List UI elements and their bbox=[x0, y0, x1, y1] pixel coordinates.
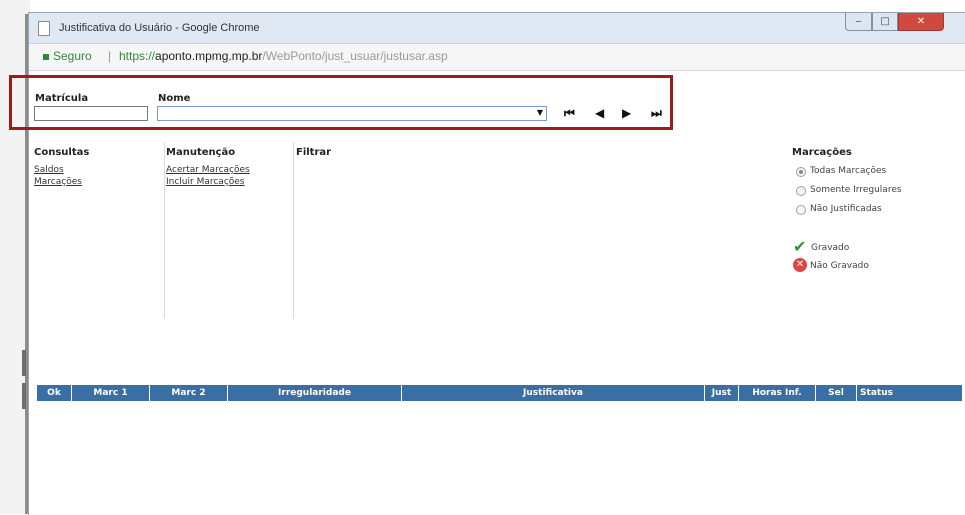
todas-marcacoes-label: Todas Marcações bbox=[810, 166, 887, 176]
window-title: Justificativa do Usuário - Google Chrome bbox=[59, 22, 260, 34]
incluir-marcacoes-link[interactable]: Incluir Marcações bbox=[166, 177, 245, 187]
filtrar-title: Filtrar bbox=[296, 147, 332, 158]
url-scheme: https:// bbox=[119, 49, 156, 63]
highlight-box bbox=[9, 75, 673, 130]
url-path: /WebPonto/just_usuar/justusar.asp bbox=[262, 49, 448, 63]
consultas-title: Consultas bbox=[34, 147, 90, 158]
secure-label: Seguro bbox=[53, 49, 92, 63]
column-header-status[interactable]: Status bbox=[856, 385, 896, 401]
address-bar[interactable]: Seguro | https://aponto.mpmg.mp.br/WebPo… bbox=[29, 44, 965, 71]
page-icon bbox=[38, 21, 50, 36]
background-mark bbox=[22, 350, 26, 376]
manutencao-title: Manutenção bbox=[166, 147, 236, 158]
column-header-marc2[interactable]: Marc 2 bbox=[149, 385, 227, 401]
table-header: Ok Marc 1 Marc 2 Irregularidade Justific… bbox=[37, 385, 962, 401]
background-mark bbox=[22, 383, 26, 409]
url-text[interactable]: https://aponto.mpmg.mp.br/WebPonto/just_… bbox=[119, 49, 448, 63]
page-content: Matrícula Nome ▼ ⏮ ◀ ▶ ⏭ Consultas Saldo… bbox=[29, 71, 965, 515]
address-separator: | bbox=[108, 49, 112, 63]
acertar-marcacoes-link[interactable]: Acertar Marcações bbox=[166, 165, 250, 175]
check-icon: ✔ bbox=[793, 237, 807, 256]
column-header-sel[interactable]: Sel bbox=[815, 385, 856, 401]
somente-irregulares-label: Somente Irregulares bbox=[810, 185, 902, 195]
lock-icon bbox=[43, 54, 49, 60]
consultas-section: Consultas Saldos Marcações bbox=[29, 142, 165, 319]
window-controls: ‒ □ ✕ bbox=[845, 13, 944, 31]
minimize-icon: ‒ bbox=[855, 16, 862, 27]
todas-marcacoes-radio[interactable] bbox=[796, 167, 806, 177]
nao-justificadas-radio[interactable] bbox=[796, 205, 806, 215]
minimize-button[interactable]: ‒ bbox=[845, 13, 872, 31]
close-icon: ✕ bbox=[916, 16, 926, 27]
x-circle-icon: ✕ bbox=[793, 258, 807, 272]
saldos-link[interactable]: Saldos bbox=[34, 165, 64, 175]
column-header-ok[interactable]: Ok bbox=[37, 385, 71, 401]
somente-irregulares-radio[interactable] bbox=[796, 186, 806, 196]
title-bar: Justificativa do Usuário - Google Chrome… bbox=[29, 13, 965, 44]
column-header-just[interactable]: Just bbox=[704, 385, 738, 401]
manutencao-section: Manutenção Acertar Marcações Incluir Mar… bbox=[164, 142, 294, 319]
marcacoes-link[interactable]: Marcações bbox=[34, 177, 82, 187]
column-header-irregularidade[interactable]: Irregularidade bbox=[227, 385, 401, 401]
column-header-marc1[interactable]: Marc 1 bbox=[71, 385, 149, 401]
column-header-justificativa[interactable]: Justificativa bbox=[401, 385, 704, 401]
close-button[interactable]: ✕ bbox=[898, 13, 944, 31]
marcacoes-title: Marcações bbox=[792, 147, 852, 158]
maximize-icon: □ bbox=[880, 16, 890, 27]
nao-gravado-legend: Não Gravado bbox=[810, 261, 869, 271]
maximize-button[interactable]: □ bbox=[872, 13, 898, 31]
column-header-horas-inf[interactable]: Horas Inf. bbox=[738, 385, 815, 401]
nao-justificadas-label: Não Justificadas bbox=[810, 204, 882, 214]
url-host: aponto.mpmg.mp.br bbox=[155, 49, 263, 63]
gravado-legend: Gravado bbox=[811, 243, 850, 253]
